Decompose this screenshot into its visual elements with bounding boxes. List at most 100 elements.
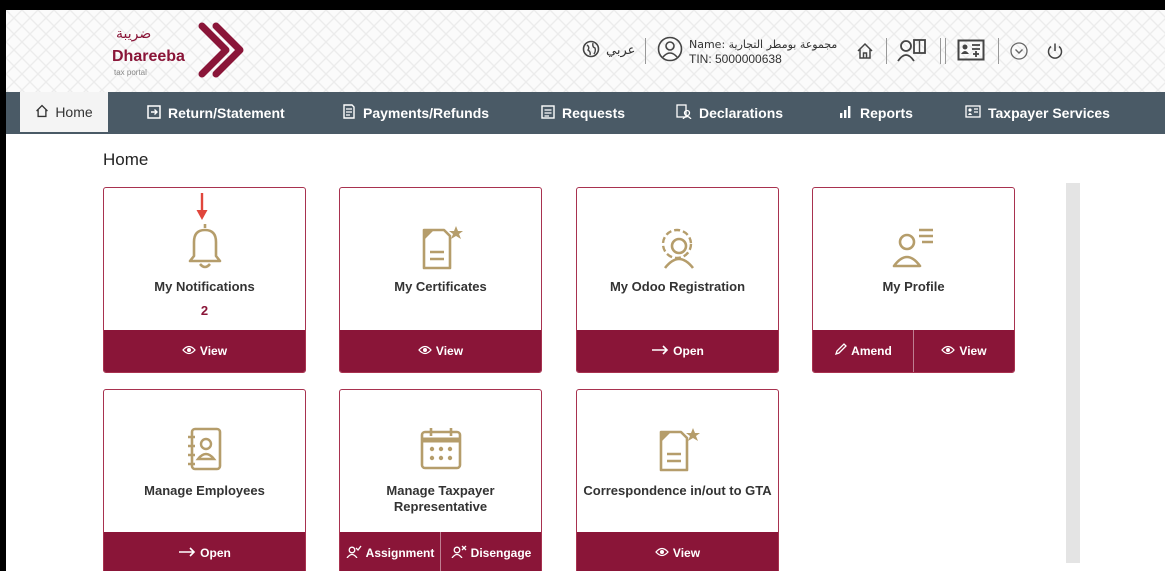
nav-taxpayer-services[interactable]: Taxpayer Services bbox=[965, 92, 1110, 134]
profile-icon bbox=[813, 222, 1014, 272]
assignment-button[interactable]: Assignment bbox=[340, 532, 440, 571]
pencil-icon bbox=[834, 343, 848, 359]
nav-label: Requests bbox=[562, 105, 626, 121]
scrollbar[interactable] bbox=[1066, 183, 1080, 563]
button-label: Amend bbox=[851, 344, 892, 358]
eye-icon bbox=[655, 546, 669, 560]
disengage-button[interactable]: Disengage bbox=[440, 532, 541, 571]
return-icon bbox=[147, 104, 161, 122]
card-title: Correspondence in/out to GTA bbox=[583, 483, 772, 498]
card-title: My Certificates bbox=[394, 279, 487, 294]
header-divider bbox=[945, 38, 946, 64]
user-circle-icon bbox=[657, 36, 683, 67]
notification-count: 2 bbox=[200, 303, 209, 318]
chevron-down-icon bbox=[1010, 42, 1028, 65]
nav-home[interactable]: Home bbox=[20, 92, 108, 134]
page-title: Home bbox=[103, 150, 149, 169]
button-label: View bbox=[959, 344, 987, 358]
user-tin: TIN: 5000000638 bbox=[689, 51, 782, 66]
nav-requests[interactable]: Requests bbox=[541, 92, 625, 134]
card-manage-employees: Manage Employees Open bbox=[103, 389, 306, 571]
button-label: View bbox=[672, 546, 701, 560]
button-label: View bbox=[435, 344, 464, 358]
card-footer: View bbox=[577, 532, 778, 571]
amend-profile-button[interactable]: Amend bbox=[813, 330, 913, 372]
nav-return-statement[interactable]: Return/Statement bbox=[147, 92, 285, 134]
id-card-icon bbox=[957, 39, 985, 66]
nav-declarations[interactable]: Declarations bbox=[676, 92, 783, 134]
card-title: Manage Employees bbox=[144, 483, 265, 498]
button-label: Open bbox=[673, 344, 704, 358]
home-button[interactable] bbox=[856, 42, 874, 65]
view-profile-button[interactable]: View bbox=[913, 330, 1014, 372]
globe-icon bbox=[582, 40, 600, 61]
user-info[interactable]: Name: مجموعة بومطر التجارية TIN: 5000000… bbox=[657, 36, 837, 67]
home-icon bbox=[35, 104, 49, 121]
contact-book-icon bbox=[104, 424, 305, 474]
user-menu-toggle[interactable] bbox=[1010, 42, 1028, 65]
nav-payments-refunds[interactable]: Payments/Refunds bbox=[342, 92, 489, 134]
eye-icon bbox=[418, 344, 432, 358]
nav-label: Payments/Refunds bbox=[363, 105, 490, 121]
user-name: Name: مجموعة بومطر التجارية bbox=[689, 37, 838, 51]
nav-reports[interactable]: Reports bbox=[839, 92, 913, 134]
taxpayer-services-icon bbox=[965, 105, 981, 121]
power-icon bbox=[1046, 42, 1064, 65]
arrow-right-icon bbox=[651, 344, 669, 358]
dhareeba-logo[interactable]: ضريبة Dhareeba tax portal bbox=[110, 22, 250, 86]
nav-label: Declarations bbox=[699, 105, 784, 121]
button-label: Assignment bbox=[365, 546, 435, 560]
header-divider bbox=[940, 38, 941, 64]
card-footer: Open bbox=[577, 330, 778, 372]
user-remove-icon bbox=[451, 545, 467, 561]
nav-label: Reports bbox=[860, 105, 913, 121]
card-footer: View bbox=[104, 330, 305, 372]
logo-name: Dhareeba bbox=[112, 48, 185, 65]
reports-icon bbox=[839, 105, 853, 121]
open-odoo-registration-button[interactable]: Open bbox=[577, 330, 778, 372]
requests-icon bbox=[541, 104, 555, 122]
main-nav: Home Return/Statement Payments/Refunds R… bbox=[6, 92, 1165, 134]
eye-icon bbox=[182, 344, 196, 358]
header-divider bbox=[645, 38, 646, 64]
document-star-icon bbox=[577, 424, 778, 474]
card-title: My Odoo Registration bbox=[609, 279, 746, 294]
home-icon bbox=[856, 42, 874, 65]
view-certificates-button[interactable]: View bbox=[340, 330, 541, 372]
logo-tagline: tax portal bbox=[114, 68, 147, 77]
card-title: My Profile bbox=[882, 279, 945, 294]
button-label: Disengage bbox=[470, 546, 532, 560]
nav-label: Return/Statement bbox=[168, 105, 285, 121]
button-label: Open bbox=[200, 546, 231, 560]
logout-button[interactable] bbox=[1046, 42, 1064, 65]
id-card-button[interactable] bbox=[957, 39, 985, 66]
language-switch[interactable]: عربي bbox=[582, 40, 635, 61]
eye-icon bbox=[941, 344, 956, 358]
card-footer: Open bbox=[104, 532, 305, 571]
nav-label: Taxpayer Services bbox=[988, 105, 1110, 121]
user-gear-icon bbox=[577, 222, 778, 272]
users-book-icon bbox=[897, 38, 927, 67]
header-bar: ضريبة Dhareeba tax portal عربي Name: مجم… bbox=[6, 10, 1165, 92]
nav-home-label: Home bbox=[55, 104, 93, 120]
card-my-profile: My Profile Amend View bbox=[812, 187, 1015, 373]
card-my-odoo-registration: My Odoo Registration Open bbox=[576, 187, 779, 373]
arrow-right-icon bbox=[178, 546, 196, 560]
declarations-icon bbox=[676, 104, 692, 122]
card-correspondence: Correspondence in/out to GTA View bbox=[576, 389, 779, 571]
header-divider bbox=[998, 38, 999, 64]
bell-icon bbox=[104, 220, 305, 270]
header-divider bbox=[886, 38, 887, 64]
logo-mark-icon bbox=[198, 22, 244, 78]
open-employees-button[interactable]: Open bbox=[104, 532, 305, 571]
card-title: My Notifications bbox=[154, 279, 255, 294]
card-footer: View bbox=[340, 330, 541, 372]
representatives-button[interactable] bbox=[897, 38, 927, 67]
card-manage-taxpayer-representative: Manage Taxpayer Representative Assignmen… bbox=[339, 389, 542, 571]
button-label: View bbox=[199, 344, 228, 358]
view-correspondence-button[interactable]: View bbox=[577, 532, 778, 571]
language-label: عربي bbox=[606, 43, 636, 58]
red-arrow-marker bbox=[195, 192, 209, 227]
card-title: Manage Taxpayer Representative bbox=[386, 483, 495, 514]
view-notifications-button[interactable]: View bbox=[104, 330, 305, 372]
